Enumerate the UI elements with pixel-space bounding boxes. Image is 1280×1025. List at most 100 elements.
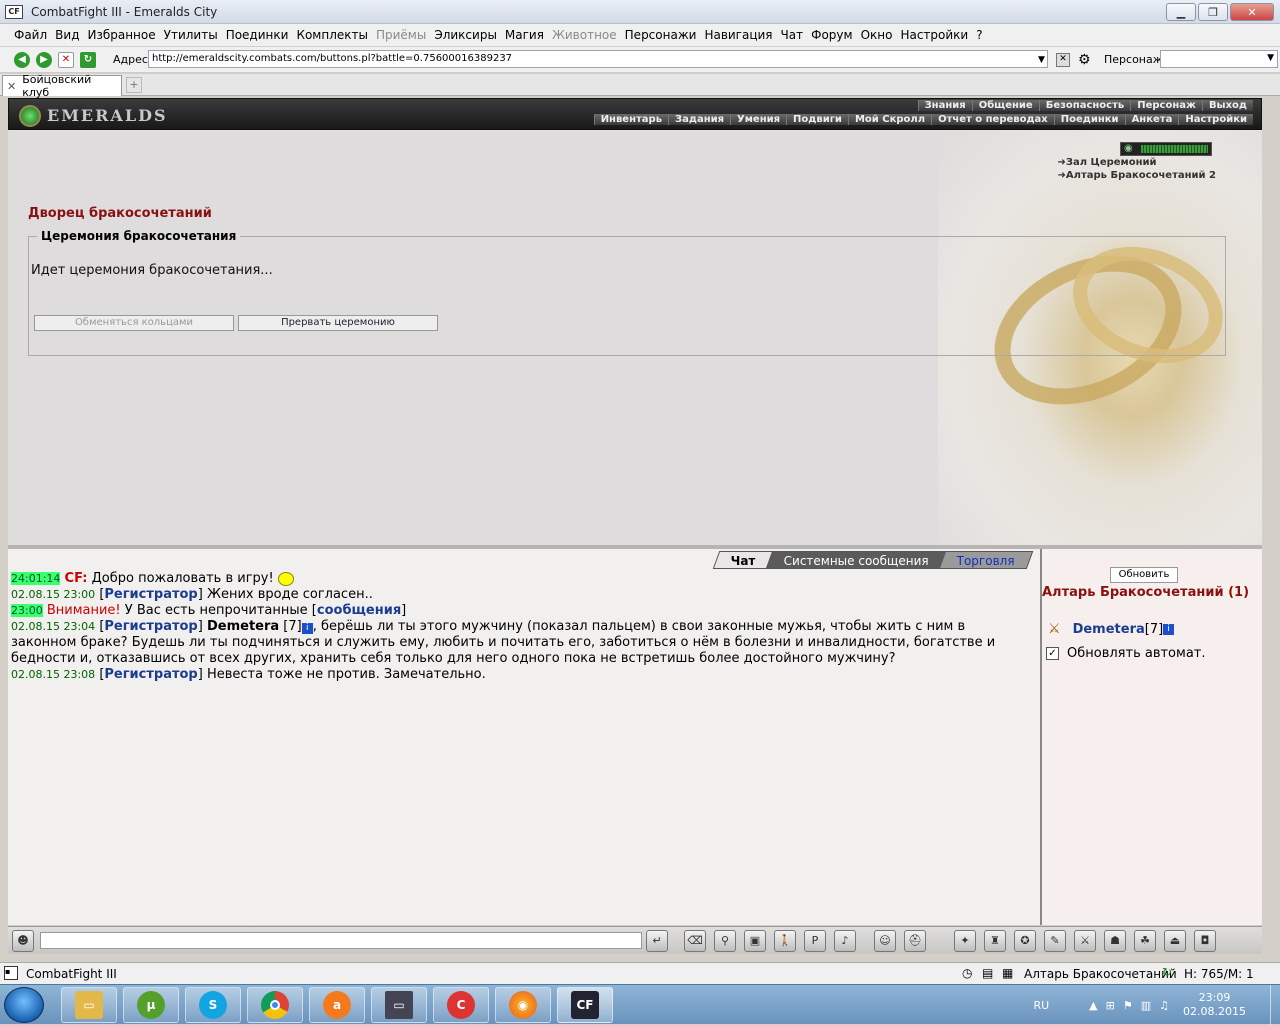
header-top-nav-item-1[interactable]: Общение: [971, 100, 1039, 111]
messages-link[interactable]: сообщения: [317, 603, 401, 618]
chrome-app[interactable]: [247, 987, 303, 1023]
maximize-button[interactable]: ❐: [1198, 3, 1228, 21]
crossed-swords-icon[interactable]: ⚔: [1048, 621, 1061, 637]
helmet-icon[interactable]: ⛑: [904, 930, 926, 952]
chat-sender[interactable]: Регистратор: [104, 667, 197, 682]
party-icon[interactable]: ☘: [1134, 930, 1156, 952]
new-tab-icon[interactable]: +: [126, 77, 142, 93]
minimize-button[interactable]: ▁: [1166, 3, 1196, 21]
clock[interactable]: 23:09 02.08.2015: [1183, 991, 1246, 1019]
info-icon[interactable]: i: [301, 623, 313, 634]
flag-icon[interactable]: ⚑: [1123, 999, 1133, 1012]
music-icon[interactable]: ♪: [834, 930, 856, 952]
menu-item-5[interactable]: Комплекты: [292, 28, 372, 42]
smiles-icon[interactable]: ☺: [874, 930, 896, 952]
header-bottom-nav-item-4[interactable]: Мой Скролл: [847, 114, 932, 125]
refresh-button[interactable]: Обновить: [1110, 567, 1178, 583]
monitor-app[interactable]: ▭: [371, 987, 427, 1023]
header-top-nav-item-3[interactable]: Персонаж: [1130, 100, 1202, 111]
header-top-nav-item-2[interactable]: Безопасность: [1038, 100, 1131, 111]
exchange-rings-button[interactable]: Обменяться кольцами: [34, 315, 234, 331]
send-icon[interactable]: ↵: [646, 930, 668, 952]
menu-item-14[interactable]: Окно: [857, 28, 897, 42]
chat-timestamp[interactable]: 02.08.15 23:04: [11, 620, 95, 633]
chat-sender[interactable]: Регистратор: [104, 619, 197, 634]
fighters-icon[interactable]: ⚔: [1074, 930, 1096, 952]
speaker-head-icon[interactable]: ☻: [12, 930, 34, 952]
private-icon[interactable]: P: [804, 930, 826, 952]
cf-app[interactable]: CF: [557, 987, 613, 1023]
link-ceremony-hall[interactable]: ➜Зал Церемоний: [1058, 156, 1217, 169]
header-bottom-nav-item-2[interactable]: Умения: [730, 114, 787, 125]
user-name[interactable]: Demetera: [1073, 622, 1145, 637]
menu-item-6[interactable]: Приёмы: [372, 28, 430, 42]
skype-app[interactable]: S: [185, 987, 241, 1023]
show-desktop-button[interactable]: [1270, 985, 1280, 1025]
status-refresh-icon[interactable]: ↻: [1162, 965, 1172, 979]
header-top-nav-item-0[interactable]: Знания: [917, 100, 972, 111]
treasure-icon[interactable]: ✪: [1014, 930, 1036, 952]
header-bottom-nav-item-1[interactable]: Задания: [668, 114, 731, 125]
bag-icon[interactable]: ♜: [984, 930, 1006, 952]
refresh-icon[interactable]: ↻: [80, 51, 96, 68]
persona-select[interactable]: ▼: [1160, 50, 1278, 68]
avast-app[interactable]: a: [309, 987, 365, 1023]
header-bottom-nav-item-3[interactable]: Подвиги: [786, 114, 848, 125]
utorrent-app[interactable]: µ: [123, 987, 179, 1023]
menu-item-15[interactable]: Настройки: [896, 28, 972, 42]
menu-item-9[interactable]: Животное: [548, 28, 621, 42]
menu-item-1[interactable]: Вид: [51, 28, 83, 42]
ccleaner-app[interactable]: C: [433, 987, 489, 1023]
clock-icon[interactable]: ◷: [962, 966, 972, 980]
walking-man-icon[interactable]: 🚶: [774, 930, 796, 952]
link-altar-2[interactable]: ➜Алтарь Бракосочетаний 2: [1058, 169, 1217, 182]
start-button[interactable]: [4, 987, 44, 1023]
exit-icon[interactable]: ⏏: [1164, 930, 1186, 952]
menu-item-7[interactable]: Эликсиры: [430, 28, 501, 42]
forward-icon[interactable]: ▶: [36, 51, 52, 68]
persona-settings-icon[interactable]: ⚙: [1078, 52, 1091, 68]
explorer-app[interactable]: ▭: [61, 987, 117, 1023]
filter-icon[interactable]: ⚲: [714, 930, 736, 952]
header-bottom-nav-item-6[interactable]: Поединки: [1053, 114, 1125, 125]
stop-ceremony-button[interactable]: Прервать церемонию: [238, 315, 438, 331]
scroll-icon[interactable]: ✎: [1044, 930, 1066, 952]
chat-target[interactable]: Demetera: [207, 619, 279, 634]
save-log-icon[interactable]: ▣: [744, 930, 766, 952]
eraser-icon[interactable]: ⌫: [684, 930, 706, 952]
chat-input[interactable]: [40, 932, 642, 949]
header-bottom-nav-item-0[interactable]: Инвентарь: [593, 114, 669, 125]
back-icon[interactable]: ◀: [14, 51, 30, 68]
clear-icon[interactable]: ✕: [1056, 52, 1070, 67]
network-icon[interactable]: ▥: [1141, 999, 1151, 1012]
chat-timestamp[interactable]: 02.08.15 23:00: [11, 588, 95, 601]
tab-chat[interactable]: Чат: [712, 551, 775, 569]
chat-sender[interactable]: Регистратор: [104, 587, 197, 602]
close-button[interactable]: ✕: [1230, 3, 1274, 21]
address-input[interactable]: http://emeraldscity.combats.com/buttons.…: [148, 50, 1048, 68]
menu-item-16[interactable]: ?: [972, 28, 986, 42]
chat-timestamp[interactable]: 23:00: [11, 604, 43, 617]
menu-item-11[interactable]: Навигация: [700, 28, 776, 42]
stop-icon[interactable]: ✕: [58, 51, 74, 68]
language-indicator[interactable]: RU: [1033, 999, 1049, 1012]
chat-timestamp[interactable]: 24:01:14: [11, 572, 61, 585]
firefox-app[interactable]: ◉: [495, 987, 551, 1023]
tab-fight-club[interactable]: ✕ Бойцовский клуб: [2, 73, 122, 99]
header-bottom-nav-item-5[interactable]: Отчет о переводах: [931, 114, 1054, 125]
menu-item-2[interactable]: Избранное: [83, 28, 159, 42]
tab-trade[interactable]: Торговля: [938, 551, 1033, 569]
tab-close-icon[interactable]: ✕: [7, 80, 16, 93]
menu-item-12[interactable]: Чат: [777, 28, 808, 42]
header-bottom-nav-item-8[interactable]: Настройки: [1178, 114, 1253, 125]
tray-expand-icon[interactable]: ▲: [1089, 999, 1097, 1012]
tab-system-messages[interactable]: Системные сообщения: [765, 551, 947, 569]
menu-item-3[interactable]: Утилиты: [160, 28, 222, 42]
windows-icon[interactable]: ⊞: [1106, 999, 1115, 1012]
persona-dropdown-icon[interactable]: ▼: [1267, 53, 1274, 63]
frame-icon[interactable]: ▦: [1002, 966, 1013, 980]
header-bottom-nav-item-7[interactable]: Анкета: [1124, 114, 1179, 125]
menu-item-4[interactable]: Поединки: [222, 28, 293, 42]
magic-wand-icon[interactable]: ✦: [954, 930, 976, 952]
chat-timestamp[interactable]: 02.08.15 23:08: [11, 668, 95, 681]
